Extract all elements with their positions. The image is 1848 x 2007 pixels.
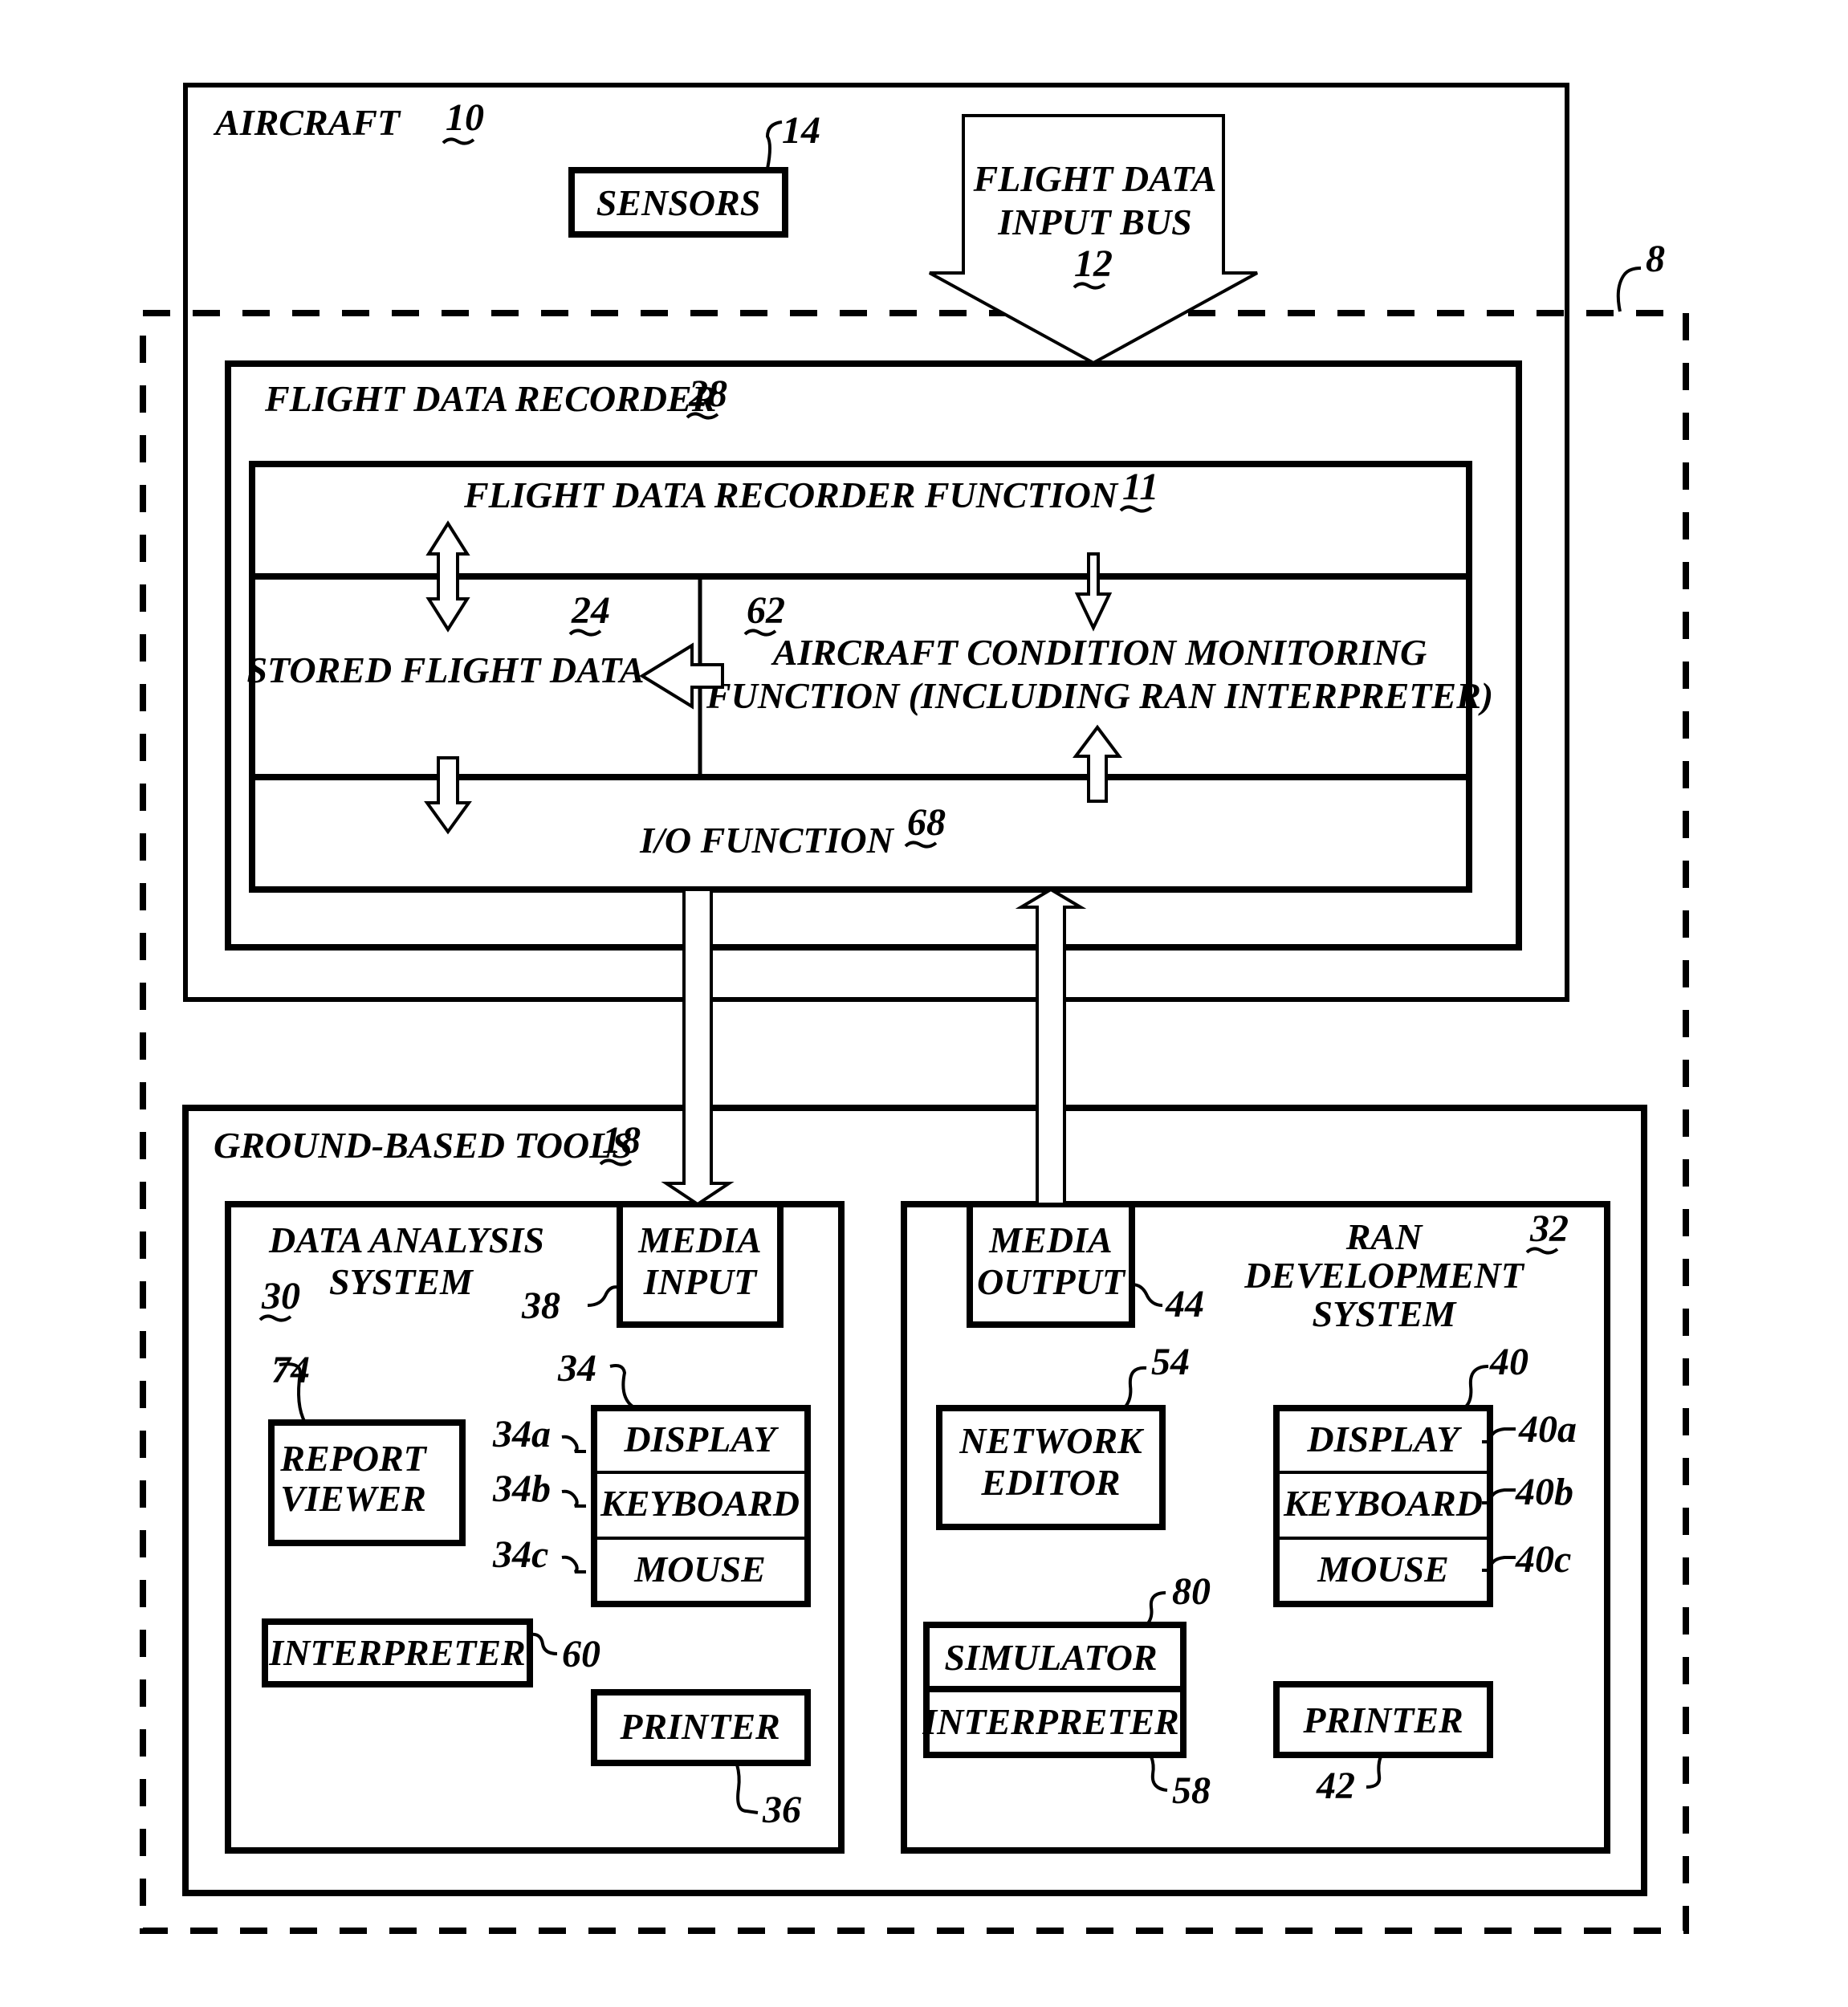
aircraft-ref: 10 (446, 96, 484, 139)
das-printer-ref: 36 (762, 1789, 801, 1831)
ran-interpreter-ref: 58 (1172, 1769, 1211, 1812)
das-interpreter-label: INTERPRETER (268, 1632, 526, 1673)
fdr-function-panel: FLIGHT DATA RECORDER FUNCTION 11 STORED … (246, 461, 1493, 893)
stored-flight-data-ref: 24 (571, 589, 610, 632)
das-keyboard-ref: 34b (492, 1468, 551, 1510)
das-mouse-label: MOUSE (633, 1549, 766, 1590)
ran-printer-label: PRINTER (1302, 1700, 1463, 1740)
leader-line (1616, 267, 1642, 312)
aircraft-label: AIRCRAFT (213, 102, 401, 143)
media-output-ref: 44 (1165, 1283, 1204, 1325)
patent-block-diagram: AIRCRAFT 10 8 SENSORS 14 FLIGHT DATA REC… (140, 83, 1689, 1934)
ran-ref: 32 (1529, 1207, 1569, 1250)
ran-display-label: DISPLAY (1306, 1419, 1462, 1459)
ran-interpreter-label: INTERPRETER (922, 1701, 1179, 1742)
network-editor-ref: 54 (1151, 1341, 1190, 1383)
media-input-ref: 38 (521, 1284, 560, 1327)
bus-label-line2: INPUT BUS (997, 202, 1192, 242)
das-io-ref: 34 (557, 1347, 596, 1390)
network-editor-line2: EDITOR (981, 1462, 1121, 1503)
report-viewer-ref: 74 (271, 1349, 310, 1391)
simulator-label: SIMULATOR (944, 1637, 1157, 1678)
ran-mouse-label: MOUSE (1317, 1549, 1449, 1590)
acm-label-line1: AIRCRAFT CONDITION MONITORING (771, 632, 1427, 673)
das-interpreter-ref: 60 (562, 1633, 600, 1675)
das-keyboard-label: KEYBOARD (600, 1483, 800, 1524)
media-output-line1: MEDIA (988, 1219, 1112, 1260)
ran-keyboard-label: KEYBOARD (1283, 1483, 1483, 1524)
io-function-ref: 68 (907, 801, 946, 844)
stored-flight-data-label: STORED FLIGHT DATA (246, 649, 644, 690)
acm-ref: 62 (747, 589, 785, 632)
data-analysis-system-box: DATA ANALYSIS SYSTEM 30 MEDIA INPUT 38 R… (225, 1201, 845, 1854)
das-printer-label: PRINTER (619, 1706, 779, 1747)
ran-label-line2: DEVELOPMENT (1244, 1255, 1524, 1296)
ground-tools-label: GROUND-BASED TOOLS (214, 1125, 633, 1166)
ran-io-ref: 40 (1489, 1341, 1528, 1383)
ran-mouse-ref: 40c (1515, 1538, 1571, 1581)
das-ref: 30 (261, 1275, 300, 1317)
network-editor-line1: NETWORK (959, 1420, 1145, 1461)
io-function-label: I/O FUNCTION (639, 820, 894, 861)
simulator-ref: 80 (1172, 1570, 1211, 1613)
sensors-ref: 14 (782, 109, 820, 152)
ran-label-line3: SYSTEM (1313, 1293, 1458, 1334)
acm-label-line2: FUNCTION (INCLUDING RAN INTERPRETER) (706, 675, 1493, 716)
ran-label-line1: RAN (1345, 1216, 1423, 1257)
fdr-function-label: FLIGHT DATA RECORDER FUNCTION (463, 474, 1119, 515)
das-label-line2: SYSTEM (329, 1261, 474, 1302)
system-ref: 8 (1646, 238, 1665, 280)
fdr-function-ref: 11 (1122, 466, 1158, 508)
media-output-line2: OUTPUT (977, 1261, 1126, 1302)
ran-development-system-box: RAN DEVELOPMENT SYSTEM 32 MEDIA OUTPUT 4… (901, 1201, 1610, 1854)
ground-tools-ref: 18 (602, 1119, 641, 1162)
fdr-ref: 28 (688, 372, 727, 415)
fdr-label: FLIGHT DATA RECORDER (264, 378, 716, 419)
das-display-label: DISPLAY (623, 1419, 779, 1459)
sensors-label: SENSORS (596, 182, 761, 223)
bus-ref: 12 (1074, 242, 1113, 285)
report-viewer-line2: VIEWER (280, 1478, 426, 1519)
ran-display-ref: 40a (1518, 1408, 1577, 1451)
ran-keyboard-ref: 40b (1515, 1471, 1573, 1513)
report-viewer-line1: REPORT (279, 1438, 427, 1479)
das-mouse-ref: 34c (492, 1533, 548, 1576)
das-display-ref: 34a (492, 1413, 551, 1455)
ran-printer-ref: 42 (1316, 1765, 1355, 1807)
bus-label-line1: FLIGHT DATA (973, 158, 1217, 199)
media-input-line1: MEDIA (637, 1219, 761, 1260)
media-input-line2: INPUT (643, 1261, 758, 1302)
das-label-line1: DATA ANALYSIS (268, 1219, 544, 1260)
